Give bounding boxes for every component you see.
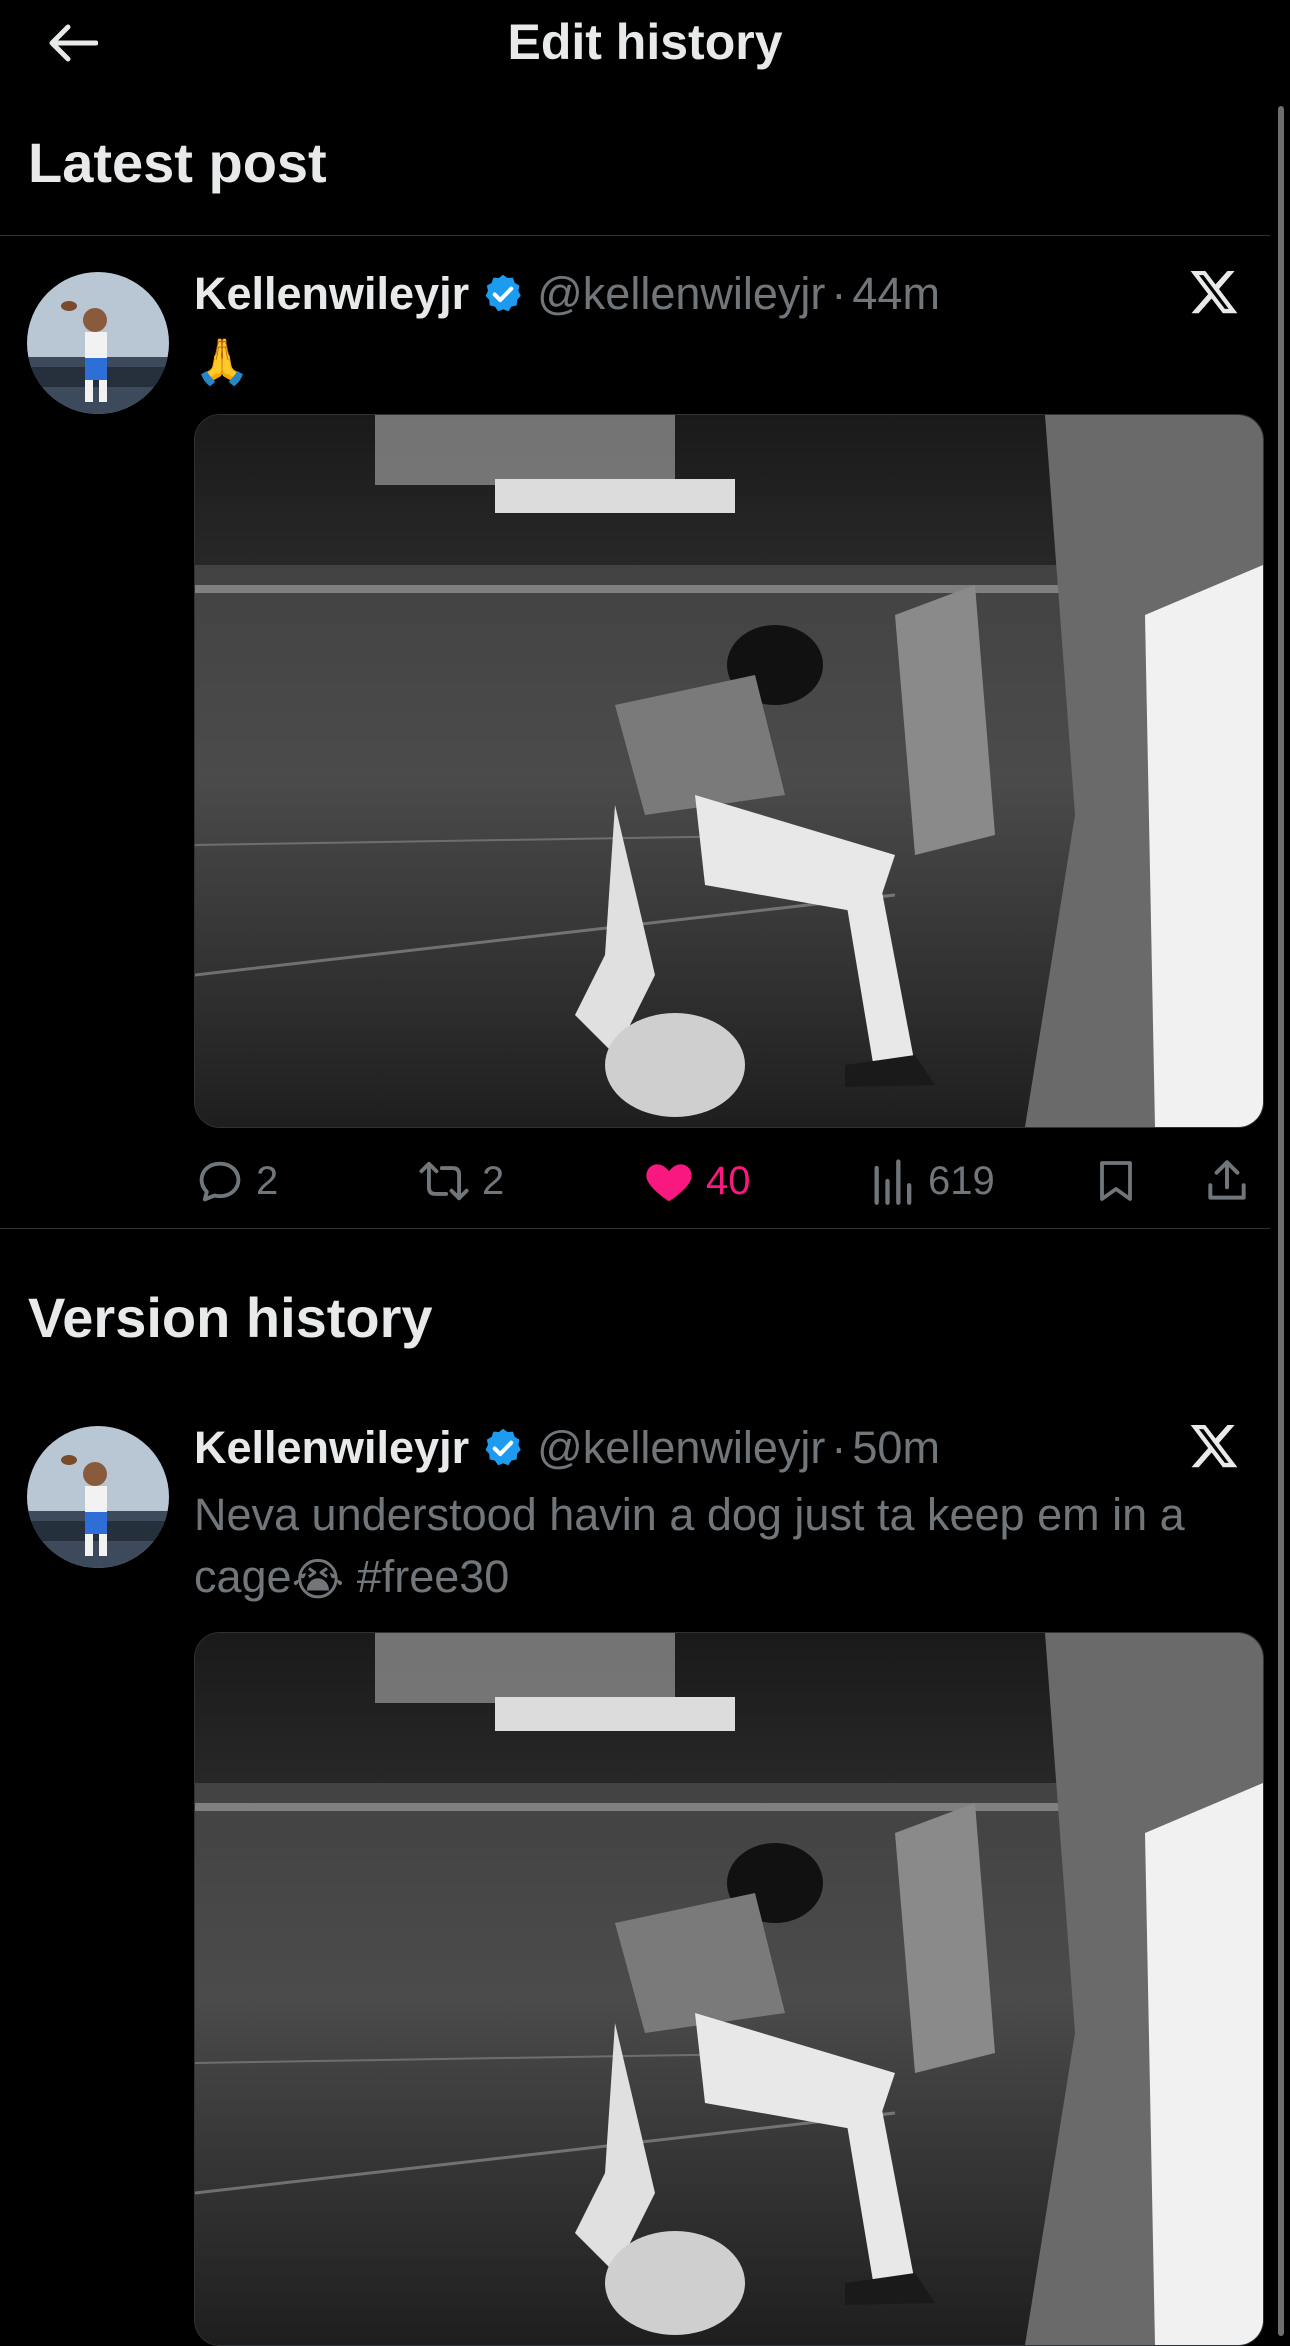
page-title: Edit history [507, 14, 783, 70]
reply-icon [199, 1161, 241, 1202]
action-bar: 2 2 40 619 [194, 1146, 1254, 1216]
kneeling-player-image [195, 415, 1263, 1127]
avatar[interactable] [27, 272, 169, 414]
bookmark-button[interactable] [1092, 1146, 1150, 1216]
divider [0, 1228, 1270, 1229]
handle[interactable]: @kellenwileyjr [537, 1422, 825, 1474]
crying-face-emoji: 😭 [291, 1554, 345, 1606]
display-name[interactable]: Kellenwileyjr [194, 268, 469, 320]
history-post[interactable]: Kellenwileyjr @kellenwileyjr · 50m Neva … [0, 1390, 1270, 2346]
kneeling-player-image [195, 1633, 1263, 2345]
latest-post[interactable]: Kellenwileyjr @kellenwileyjr · 44m 🙏 2 2… [0, 236, 1270, 1228]
separator-dot: · [831, 1422, 847, 1473]
bar-chart-icon [874, 1159, 912, 1205]
post-image[interactable] [194, 1632, 1264, 2346]
verified-badge-icon [485, 274, 521, 312]
x-logo-icon [1190, 1424, 1238, 1468]
verified-badge-icon [485, 1428, 521, 1466]
folded-hands-emoji: 🙏 [194, 336, 251, 388]
share-button[interactable] [1202, 1146, 1262, 1216]
repost-count: 2 [482, 1158, 505, 1203]
views-button[interactable]: 619 [870, 1146, 995, 1216]
section-title-history: Version history [28, 1286, 433, 1349]
reply-button[interactable]: 2 [194, 1146, 278, 1216]
post-header: Kellenwileyjr @kellenwileyjr · 44m [194, 264, 940, 324]
timestamp[interactable]: 50m [852, 1422, 940, 1474]
post-text: 🙏 [194, 328, 1254, 393]
view-count: 619 [928, 1158, 995, 1203]
share-icon [1208, 1160, 1246, 1200]
hashtag-link[interactable]: #free30 [357, 1551, 510, 1602]
section-title-latest: Latest post [28, 131, 327, 194]
repost-icon [419, 1161, 469, 1201]
repost-button[interactable]: 2 [416, 1146, 504, 1216]
bookmark-icon [1100, 1161, 1132, 1201]
display-name[interactable]: Kellenwileyjr [194, 1422, 469, 1474]
x-logo-icon [1190, 270, 1238, 314]
separator-dot: · [831, 268, 847, 319]
top-bar: Edit history [0, 0, 1290, 86]
heart-filled-icon [646, 1164, 692, 1202]
avatar[interactable] [27, 1426, 169, 1568]
post-text: Neva understood havin a dog just ta keep… [194, 1484, 1254, 1611]
post-image[interactable] [194, 414, 1264, 1128]
scrollbar[interactable] [1278, 106, 1284, 2336]
reply-count: 2 [256, 1158, 279, 1203]
handle[interactable]: @kellenwileyjr [537, 268, 825, 320]
post-header: Kellenwileyjr @kellenwileyjr · 50m [194, 1418, 940, 1478]
like-count: 40 [706, 1158, 751, 1203]
timestamp[interactable]: 44m [852, 268, 940, 320]
like-button[interactable]: 40 [642, 1146, 751, 1216]
